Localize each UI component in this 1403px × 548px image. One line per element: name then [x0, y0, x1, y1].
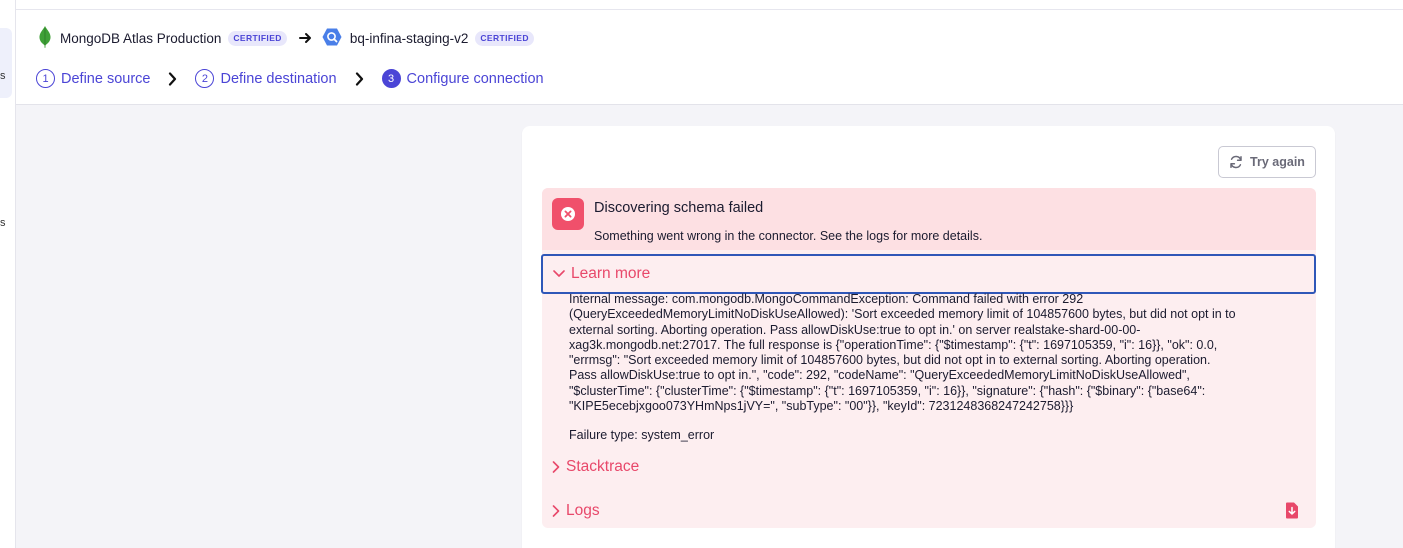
error-alert: Discovering schema failed Something went…: [541, 188, 1316, 528]
learn-more-toggle[interactable]: Learn more: [541, 254, 1316, 294]
step-label: Define source: [61, 70, 151, 87]
error-title: Discovering schema failed: [594, 200, 764, 216]
certified-badge: CERTIFIED: [475, 30, 534, 46]
bigquery-icon: [322, 27, 342, 50]
step-number: 1: [36, 69, 55, 88]
learn-more-label: Learn more: [571, 265, 651, 282]
nav-item-label-partial[interactable]: s: [0, 217, 6, 229]
step-number: 2: [195, 69, 215, 88]
download-file-icon[interactable]: [1285, 502, 1299, 524]
divider: [16, 9, 1403, 10]
stacktrace-label: Stacktrace: [566, 458, 640, 475]
error-x-icon: [552, 198, 584, 230]
error-alert-header: Discovering schema failed Something went…: [542, 188, 1316, 250]
refresh-icon: [1230, 155, 1242, 169]
internal-message: Internal message: com.mongodb.MongoComma…: [569, 292, 1236, 414]
step-number: 3: [381, 69, 401, 88]
failure-type: Failure type: system_error: [569, 428, 715, 442]
chevron-right-icon: [552, 461, 560, 473]
certified-badge: CERTIFIED: [228, 30, 287, 46]
nav-item-active[interactable]: [0, 28, 12, 98]
left-nav-rail: s s: [0, 0, 16, 548]
page-header: MongoDB Atlas Production CERTIFIED bq-in…: [16, 0, 1403, 105]
step-label: Configure connection: [406, 70, 544, 87]
step-configure-connection[interactable]: 3 Configure connection: [381, 69, 544, 88]
source-name: MongoDB Atlas Production: [60, 30, 222, 46]
mongodb-leaf-icon: [38, 25, 52, 51]
nav-item-label-partial[interactable]: s: [0, 70, 6, 82]
try-again-button[interactable]: Try again: [1218, 146, 1316, 178]
stacktrace-toggle[interactable]: Stacktrace: [552, 458, 639, 476]
destination-name: bq-infina-staging-v2: [349, 30, 469, 46]
step-label: Define destination: [220, 70, 337, 87]
chevron-down-icon: [553, 270, 565, 277]
error-subtitle: Something went wrong in the connector. S…: [594, 229, 983, 243]
step-define-source[interactable]: 1 Define source: [36, 69, 150, 88]
chevron-right-icon: [168, 71, 177, 86]
logs-toggle[interactable]: Logs: [552, 502, 600, 520]
chevron-right-icon: [355, 71, 364, 86]
try-again-label: Try again: [1250, 155, 1305, 169]
arrow-right-icon: [298, 32, 312, 44]
connection-summary: MongoDB Atlas Production CERTIFIED bq-in…: [38, 25, 534, 51]
chevron-right-icon: [552, 505, 560, 517]
logs-label: Logs: [566, 502, 600, 519]
stepper: 1 Define source 2 Define destination 3 C…: [36, 69, 544, 88]
step-define-destination[interactable]: 2 Define destination: [195, 69, 337, 88]
error-card: Try again Discovering schema failed Some…: [522, 126, 1335, 548]
